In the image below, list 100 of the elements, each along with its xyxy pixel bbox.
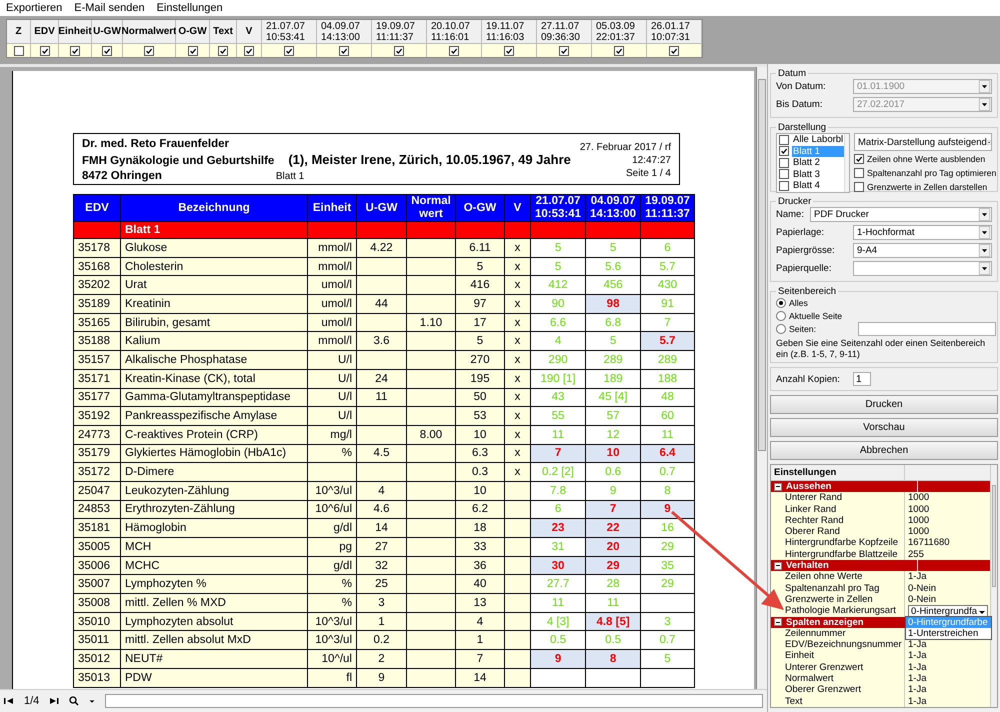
checkbox[interactable]	[40, 46, 50, 56]
result-cell: 190 [1]	[530, 369, 586, 388]
result-cell: 5.6	[586, 257, 641, 276]
checkbox[interactable]	[218, 46, 228, 56]
category-row[interactable]: Verhalten	[771, 560, 990, 572]
checkbox[interactable]	[779, 158, 789, 168]
table-cell: 50	[456, 388, 504, 407]
table-cell	[406, 630, 456, 650]
action-button[interactable]: Abbrechen	[770, 441, 998, 460]
action-button[interactable]: Vorschau	[770, 418, 998, 437]
collapse-icon[interactable]	[774, 482, 782, 491]
checkbox[interactable]	[669, 46, 679, 56]
property-value: 1-Ja	[908, 684, 926, 696]
checkbox[interactable]	[188, 46, 198, 56]
action-button[interactable]: Drucken	[770, 395, 998, 414]
checkbox[interactable]	[779, 169, 789, 180]
dropdown-option[interactable]: 1-Unterstreichen	[906, 628, 992, 640]
table-cell: 35179	[74, 444, 120, 463]
category-row[interactable]: Aussehen	[771, 481, 990, 492]
column-header: U-GW	[92, 20, 122, 44]
table-cell: 3	[356, 594, 406, 612]
checkbox[interactable]	[559, 46, 569, 56]
result-cell: 20	[586, 538, 641, 556]
column-header: Bezeichnung	[120, 194, 308, 222]
result-cell: 6.4	[640, 444, 694, 463]
checkbox[interactable]	[449, 46, 459, 56]
hint-text: Geben Sie eine Seitenzahl oder einen Seitenbereich ein (z.B. 1-5, 7, 9-11)	[776, 338, 986, 360]
collapse-icon[interactable]	[774, 562, 782, 570]
report-time: 12:47:27	[632, 154, 671, 167]
checkbox[interactable]	[144, 46, 154, 56]
property-name: Zeilennummer	[771, 628, 905, 640]
first-page-icon[interactable]	[4, 696, 14, 706]
table-cell: 35172	[74, 462, 120, 482]
property-name: Oberer Rand	[771, 526, 905, 538]
checkbox[interactable]	[102, 46, 112, 56]
list-item[interactable]: Blatt 3	[792, 168, 821, 180]
group-title: Darstellung	[777, 122, 828, 133]
column-header: O-GW	[176, 20, 209, 44]
menu-item[interactable]: E-Mail senden	[74, 2, 145, 14]
result-cell: 45 [4]	[586, 388, 641, 407]
checkbox[interactable]	[614, 46, 624, 56]
checkbox[interactable]	[244, 46, 254, 56]
checkbox[interactable]	[854, 168, 864, 178]
table-cell: x	[504, 425, 530, 444]
result-cell: 48	[640, 388, 694, 407]
printer-dropdown[interactable]: 9-A4	[853, 243, 992, 258]
checkbox[interactable]	[14, 46, 24, 56]
checkbox[interactable]	[854, 182, 864, 192]
menu-item[interactable]: Exportieren	[6, 2, 62, 14]
field-label: Papiergrösse:	[776, 245, 836, 256]
result-cell: 4 [3]	[530, 612, 586, 631]
property-value: 1000	[908, 492, 930, 504]
printer-dropdown[interactable]: 1-Hochformat	[853, 225, 992, 240]
table-cell: 24853	[74, 500, 120, 519]
table-cell: mg/l	[308, 425, 356, 444]
list-item[interactable]: Blatt 4	[792, 180, 821, 192]
table-cell: 3.6	[356, 332, 406, 351]
collapse-icon[interactable]	[774, 618, 782, 626]
radio-button[interactable]	[776, 324, 786, 334]
page-number: Seite 1 / 4	[626, 167, 671, 180]
copies-input[interactable]: 1	[853, 372, 871, 386]
mode-dropdown[interactable]: Matrix-Darstellung aufsteigend	[854, 133, 992, 151]
table-cell: 35178	[74, 238, 120, 258]
horizontal-scrollbar[interactable]	[105, 694, 763, 708]
table-cell: x	[504, 444, 530, 463]
checkbox[interactable]	[779, 134, 789, 145]
checkbox[interactable]	[284, 46, 294, 56]
search-icon[interactable]	[69, 696, 80, 706]
result-cell: 98	[586, 294, 641, 314]
table-cell: 35012	[74, 650, 120, 668]
table-cell: 25	[356, 574, 406, 594]
checkbox[interactable]	[339, 46, 349, 56]
list-scrollbar[interactable]	[844, 134, 849, 192]
checkbox[interactable]	[504, 46, 514, 56]
table-cell: Pankreasspezifische Amylase	[120, 406, 308, 426]
sheet-label: Blatt 1	[276, 170, 304, 184]
table-cell: 195	[456, 369, 504, 388]
checkbox[interactable]	[70, 46, 80, 56]
checkbox-label: Spaltenanzahl pro Tag optimieren	[867, 168, 996, 178]
table-cell: NEUT#	[120, 650, 308, 668]
property-name: Unterer Rand	[771, 492, 905, 504]
result-cell: 5	[586, 238, 641, 258]
list-item[interactable]: Blatt 2	[792, 157, 821, 168]
result-cell: 30	[530, 556, 586, 575]
checkbox[interactable]	[779, 146, 789, 156]
list-item[interactable]: Alle Laborbl	[792, 134, 844, 146]
sheet-list[interactable]: Alle Laborbl Blatt 1 Blatt 2 Blatt 3 Blatt 4	[776, 133, 850, 193]
pages-input[interactable]	[858, 322, 996, 336]
checkbox[interactable]	[779, 180, 789, 191]
menu-item[interactable]: Einstellungen	[156, 2, 223, 14]
table-cell: 35188	[74, 332, 120, 351]
checkbox[interactable]	[394, 46, 404, 56]
radio-button[interactable]	[776, 311, 786, 321]
radio-button[interactable]	[776, 298, 786, 308]
result-cell: 11	[530, 425, 586, 444]
table-cell: 35168	[74, 257, 120, 276]
last-page-icon[interactable]	[49, 696, 60, 706]
property-name: Normalwert	[771, 673, 905, 684]
checkbox[interactable]	[854, 154, 864, 164]
printer-dropdown[interactable]: PDF Drucker	[810, 207, 992, 222]
